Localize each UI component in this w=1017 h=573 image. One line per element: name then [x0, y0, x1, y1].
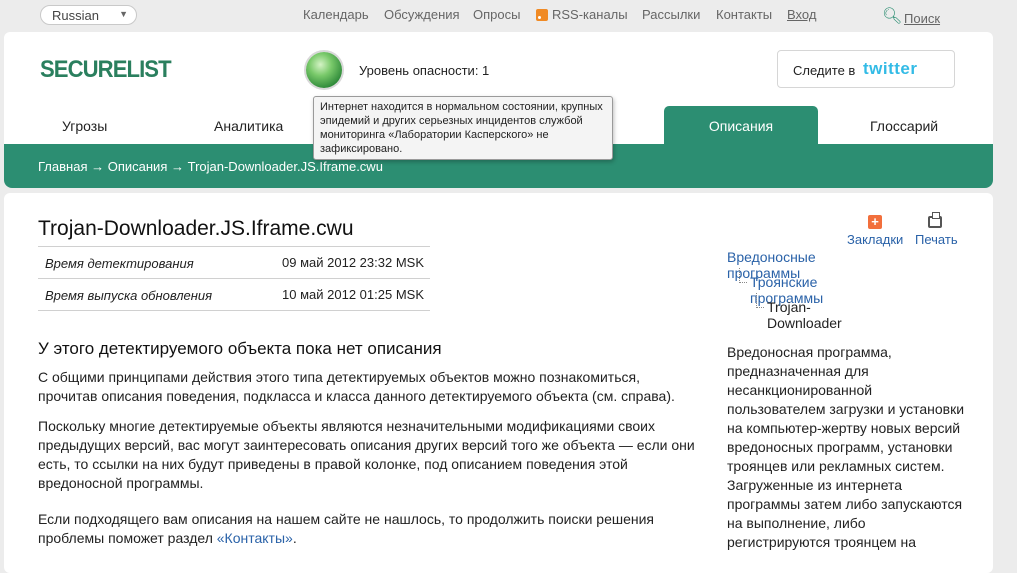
- tree-item-trojan-downloader: Trojan-Downloader: [767, 299, 842, 331]
- breadcrumb-separator: →: [91, 159, 105, 174]
- table-row: Время выпуска обновления 10 май 2012 01:…: [38, 278, 430, 311]
- tab-analytics[interactable]: Аналитика: [214, 118, 283, 134]
- tab-glossary[interactable]: Глоссарий: [870, 118, 938, 134]
- search-icon[interactable]: 🔍︎: [882, 6, 902, 26]
- top-link-polls[interactable]: Опросы: [473, 7, 520, 22]
- top-bar: Russian ▼ Календарь Обсуждения Опросы RS…: [0, 0, 1017, 32]
- tab-threats[interactable]: Угрозы: [62, 118, 107, 134]
- breadcrumb-current: Trojan-Downloader.JS.Iframe.cwu: [187, 159, 383, 174]
- details-table: Время детектирования 09 май 2012 23:32 M…: [38, 246, 430, 311]
- top-link-discussions[interactable]: Обсуждения: [384, 7, 460, 22]
- top-link-calendar[interactable]: Календарь: [303, 7, 369, 22]
- paragraph-contacts-text: Если подходящего вам описания на нашем с…: [38, 511, 655, 546]
- language-select[interactable]: Russian ▼: [40, 5, 137, 25]
- threat-level-icon[interactable]: [306, 52, 342, 88]
- paragraph-contacts: Если подходящего вам описания на нашем с…: [38, 510, 698, 548]
- no-description-heading: У этого детектируемого объекта пока нет …: [38, 339, 442, 358]
- rss-icon[interactable]: [536, 9, 548, 21]
- page-title: Trojan-Downloader.JS.Iframe.cwu: [38, 217, 354, 240]
- update-time-label: Время выпуска обновления: [45, 288, 213, 303]
- top-link-login[interactable]: Вход: [787, 7, 816, 22]
- chevron-down-icon: ▼: [119, 9, 128, 19]
- class-description: Вредоносная программа, предназначенная д…: [727, 344, 965, 550]
- breadcrumb-separator: →: [170, 159, 184, 174]
- main-content: Trojan-Downloader.JS.Iframe.cwu Время де…: [4, 193, 993, 573]
- twitter-logo: twitter: [863, 59, 918, 78]
- top-link-newsletters[interactable]: Рассылки: [642, 7, 700, 22]
- language-select-value: Russian: [52, 8, 99, 23]
- paragraph-contacts-end: .: [292, 530, 297, 546]
- breadcrumb-home[interactable]: Главная: [38, 159, 87, 174]
- table-row: Время детектирования 09 май 2012 23:32 M…: [38, 246, 430, 278]
- update-time-value: 10 май 2012 01:25 MSK: [282, 287, 424, 302]
- paragraph-versions: Поскольку многие детектируемые объекты я…: [38, 418, 695, 491]
- threat-level-label[interactable]: Уровень опасности: 1: [359, 63, 489, 78]
- printer-icon[interactable]: [928, 212, 942, 228]
- twitter-follow-label: Следите в: [793, 63, 856, 78]
- tab-descriptions-label: Описания: [708, 118, 774, 134]
- tree-connector: [756, 293, 758, 308]
- threat-level-tooltip: Интернет находится в нормальном состояни…: [313, 96, 613, 160]
- top-link-contacts[interactable]: Контакты: [716, 7, 772, 22]
- tree-connector: [739, 282, 747, 284]
- search-link[interactable]: Поиск: [904, 11, 940, 26]
- print-link[interactable]: Печать: [915, 232, 958, 247]
- tab-descriptions[interactable]: Описания: [664, 106, 818, 144]
- contacts-link[interactable]: «Контакты»: [217, 530, 293, 546]
- bookmark-plus-icon[interactable]: +: [868, 215, 882, 229]
- tree-connector: [756, 307, 764, 309]
- bookmarks-link[interactable]: Закладки: [847, 232, 903, 247]
- tree-connector: [739, 268, 741, 283]
- securelist-logo[interactable]: SECURELIST: [40, 56, 172, 84]
- paragraph-general: С общими принципами действия этого типа …: [38, 369, 675, 404]
- top-link-rss[interactable]: RSS-каналы: [552, 7, 628, 22]
- detection-time-label: Время детектирования: [45, 256, 194, 271]
- breadcrumb-section[interactable]: Описания: [108, 159, 168, 174]
- detection-time-value: 09 май 2012 23:32 MSK: [282, 255, 424, 270]
- twitter-follow-button[interactable]: Следите в twitter: [777, 50, 955, 88]
